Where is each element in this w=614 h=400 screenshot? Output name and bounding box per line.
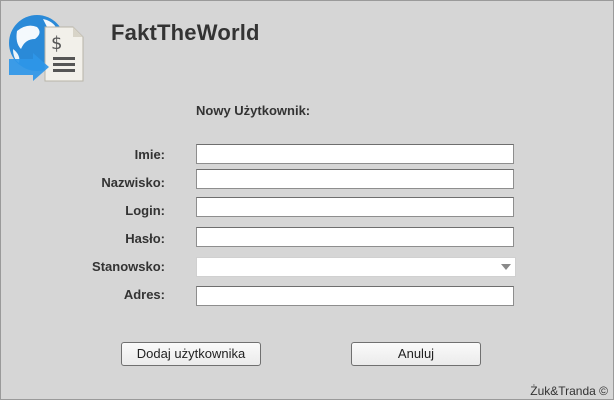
last-name-label: Nazwisko: <box>101 175 165 190</box>
add-user-button[interactable]: Dodaj użytkownika <box>121 342 261 366</box>
cancel-button[interactable]: Anuluj <box>351 342 481 366</box>
app-title: FaktTheWorld <box>111 20 260 45</box>
form-heading: Nowy Użytkownik: <box>196 103 311 118</box>
last-name-input[interactable] <box>196 169 514 189</box>
login-label: Login: <box>125 203 165 218</box>
svg-text:$: $ <box>51 33 62 54</box>
password-input[interactable] <box>196 227 514 247</box>
globe-invoice-icon: $ <box>7 9 87 87</box>
copyright-text: Żuk&Tranda © <box>530 384 608 398</box>
first-name-label: Imie: <box>134 147 165 162</box>
position-select[interactable] <box>196 257 516 277</box>
app-window: $ FaktTheWorld Nowy Użytkownik: Imie: Na… <box>0 0 614 400</box>
address-input[interactable] <box>196 286 514 306</box>
password-label: Hasło: <box>125 231 165 246</box>
first-name-input[interactable] <box>196 144 514 164</box>
login-input[interactable] <box>196 197 514 217</box>
address-label: Adres: <box>123 287 165 302</box>
position-label: Stanowsko: <box>92 259 165 274</box>
chevron-down-icon[interactable] <box>497 258 515 276</box>
